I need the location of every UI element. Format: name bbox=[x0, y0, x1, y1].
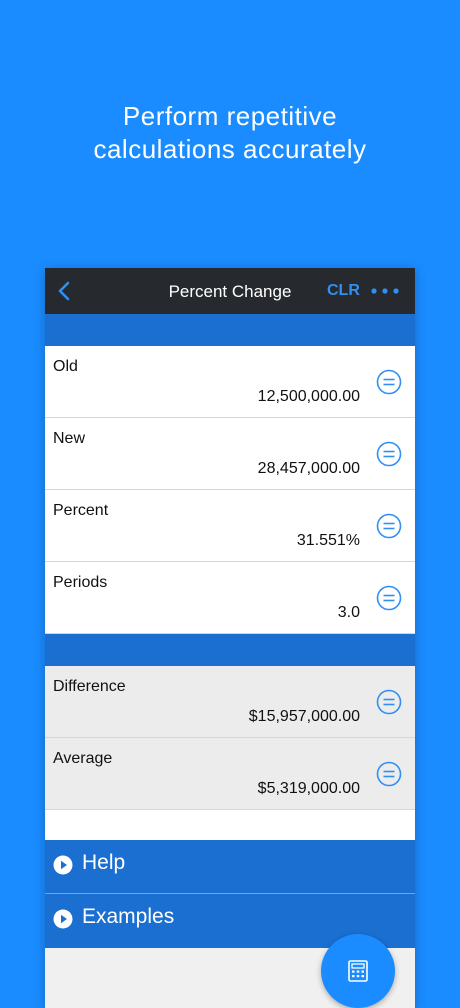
play-circle-icon bbox=[53, 909, 73, 929]
equals-circle-icon bbox=[376, 585, 402, 611]
equals-circle-icon bbox=[376, 513, 402, 539]
more-horizontal-icon bbox=[371, 288, 399, 294]
input-row-percent[interactable]: Percent 31.551% bbox=[45, 490, 415, 562]
row-menu-button[interactable] bbox=[376, 369, 402, 395]
row-menu-button[interactable] bbox=[376, 761, 402, 787]
equals-circle-icon bbox=[376, 441, 402, 467]
row-value[interactable]: 3.0 bbox=[338, 604, 360, 622]
promo-line-2: calculations accurately bbox=[93, 134, 367, 164]
calculator-icon bbox=[348, 960, 368, 982]
navigation-bar: Percent Change CLR bbox=[45, 268, 415, 314]
row-menu-button[interactable] bbox=[376, 689, 402, 715]
row-value[interactable]: 31.551% bbox=[297, 532, 360, 550]
back-button[interactable] bbox=[53, 279, 77, 303]
promo-headline: Perform repetitive calculations accurate… bbox=[0, 100, 460, 166]
calculator-button[interactable] bbox=[321, 934, 395, 1008]
equals-circle-icon bbox=[376, 761, 402, 787]
result-row-average[interactable]: Average $5,319,000.00 bbox=[45, 738, 415, 810]
row-value: $15,957,000.00 bbox=[248, 708, 360, 725]
examples-label: Examples bbox=[82, 905, 175, 928]
row-value[interactable]: 28,457,000.00 bbox=[258, 460, 360, 478]
input-row-periods[interactable]: Periods 3.0 bbox=[45, 562, 415, 634]
input-section-header bbox=[45, 314, 415, 346]
row-label: Old bbox=[53, 358, 78, 375]
equals-circle-icon bbox=[376, 689, 402, 715]
row-menu-button[interactable] bbox=[376, 585, 402, 611]
app-screen: Percent Change CLR Old 12,500,000.00 New… bbox=[45, 268, 415, 1008]
chevron-left-icon bbox=[58, 281, 70, 301]
results-section-header bbox=[45, 634, 415, 666]
row-label: Periods bbox=[53, 574, 108, 591]
promo-line-1: Perform repetitive bbox=[122, 101, 338, 131]
result-row-difference[interactable]: Difference $15,957,000.00 bbox=[45, 666, 415, 738]
section-spacer bbox=[45, 810, 415, 840]
row-label: New bbox=[53, 430, 86, 447]
row-label: Average bbox=[53, 750, 113, 767]
input-row-old[interactable]: Old 12,500,000.00 bbox=[45, 346, 415, 418]
clear-button[interactable]: CLR bbox=[327, 282, 360, 300]
row-label: Difference bbox=[53, 678, 126, 695]
row-menu-button[interactable] bbox=[376, 441, 402, 467]
help-link[interactable]: Help bbox=[45, 840, 415, 894]
play-circle-icon bbox=[53, 855, 73, 875]
more-options-button[interactable] bbox=[370, 284, 400, 298]
row-label: Percent bbox=[53, 502, 109, 519]
row-value: $5,319,000.00 bbox=[257, 780, 360, 797]
row-value[interactable]: 12,500,000.00 bbox=[258, 388, 360, 406]
help-label: Help bbox=[82, 851, 126, 874]
row-menu-button[interactable] bbox=[376, 513, 402, 539]
equals-circle-icon bbox=[376, 369, 402, 395]
input-row-new[interactable]: New 28,457,000.00 bbox=[45, 418, 415, 490]
